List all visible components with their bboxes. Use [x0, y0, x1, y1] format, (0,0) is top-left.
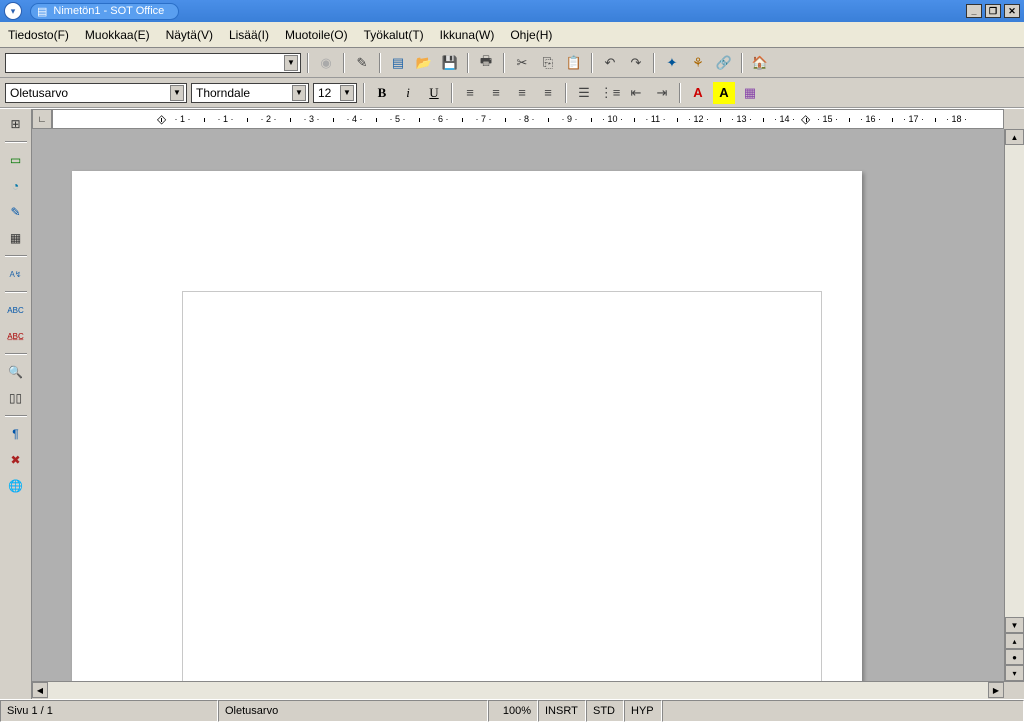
align-justify-button[interactable]: ≡: [537, 82, 559, 104]
scroll-down-button[interactable]: ▼: [1005, 617, 1024, 633]
dropdown-arrow-icon[interactable]: ▼: [292, 85, 306, 101]
status-style[interactable]: Oletusarvo: [218, 700, 488, 722]
menu-tools[interactable]: Työkalut(T): [364, 28, 424, 42]
spellcheck-icon[interactable]: ABC: [5, 299, 27, 321]
menu-help[interactable]: Ohje(H): [510, 28, 552, 42]
numbered-list-button[interactable]: ☰: [573, 82, 595, 104]
horizontal-ruler-row: ∟ ◇ ◇ · 1 ·· 1 ·· 2 ·· 3 ·· 4 ·· 5 ·· 6 …: [32, 109, 1024, 129]
copy-icon[interactable]: ⎘: [537, 52, 559, 74]
page[interactable]: [72, 171, 862, 681]
increase-indent-button[interactable]: ⇥: [651, 82, 673, 104]
prev-page-button[interactable]: ▴: [1005, 633, 1024, 649]
status-page: Sivu 1 / 1: [0, 700, 218, 722]
underline-button[interactable]: U: [423, 82, 445, 104]
ruler-corner[interactable]: ∟: [32, 109, 52, 129]
paragraph-style-combo[interactable]: Oletusarvo ▼: [5, 83, 187, 103]
decrease-indent-button[interactable]: ⇤: [625, 82, 647, 104]
graphics-onoff-icon[interactable]: ✖: [5, 449, 27, 471]
status-bar: Sivu 1 / 1 Oletusarvo 100% INSRT STD HYP: [0, 699, 1024, 722]
menu-bar: Tiedosto(F) Muokkaa(E) Näytä(V) Lisää(I)…: [0, 22, 1024, 48]
title-bar: ▾ ▤ Nimetön1 - SOT Office _ ❐ ✕: [0, 0, 1024, 22]
window-title: Nimetön1 - SOT Office: [53, 5, 164, 17]
vertical-toolbar: ⊞ ▭ ◔ ✎ ▦ A↯ ABC A̲B̲C̲ 🔍 ▯▯ ¶ ✖ 🌐: [0, 109, 32, 699]
insert-fields-icon[interactable]: ▭: [5, 149, 27, 171]
minimize-button[interactable]: _: [966, 4, 982, 18]
font-size-combo[interactable]: 12 ▼: [313, 83, 357, 103]
font-color-button[interactable]: A: [687, 82, 709, 104]
insert-object-icon[interactable]: ◔: [5, 175, 27, 197]
redo-icon[interactable]: ↷: [625, 52, 647, 74]
font-name-value: Thorndale: [196, 86, 250, 100]
format-toolbar: Oletusarvo ▼ Thorndale ▼ 12 ▼ B i U ≡ ≡ …: [0, 78, 1024, 108]
gallery-icon[interactable]: 🏠: [749, 52, 771, 74]
hyperlink-icon[interactable]: 🔗: [713, 52, 735, 74]
undo-icon[interactable]: ↶: [599, 52, 621, 74]
document-icon: ▤: [37, 5, 47, 18]
status-extra: [662, 700, 1024, 722]
maximize-button[interactable]: ❐: [985, 4, 1001, 18]
font-name-combo[interactable]: Thorndale ▼: [191, 83, 309, 103]
nonprinting-chars-icon[interactable]: ¶: [5, 423, 27, 445]
print-icon[interactable]: 🖶: [475, 52, 497, 74]
auto-spellcheck-icon[interactable]: A̲B̲C̲: [5, 325, 27, 347]
navigator-icon[interactable]: ✦: [661, 52, 683, 74]
scroll-right-button[interactable]: ▶: [988, 682, 1004, 698]
edit-file-icon[interactable]: ✎: [351, 52, 373, 74]
navigation-button[interactable]: ●: [1005, 649, 1024, 665]
status-insert-mode[interactable]: INSRT: [538, 700, 586, 722]
vertical-scrollbar[interactable]: ▲ ▼ ▴ ● ▾: [1004, 129, 1024, 681]
font-size-value: 12: [318, 86, 331, 100]
align-left-button[interactable]: ≡: [459, 82, 481, 104]
main-toolbar: ▼ ◉ ✎ ▤ 📂 💾 🖶 ✂ ⎘ 📋 ↶ ↷ ✦ ⚘ 🔗 🏠: [0, 48, 1024, 78]
dropdown-arrow-icon[interactable]: ▼: [170, 85, 184, 101]
stop-icon[interactable]: ◉: [315, 52, 337, 74]
menu-window[interactable]: Ikkuna(W): [440, 28, 495, 42]
close-button[interactable]: ✕: [1004, 4, 1020, 18]
menu-view[interactable]: Näytä(V): [166, 28, 213, 42]
dropdown-arrow-icon[interactable]: ▼: [340, 85, 354, 101]
align-center-button[interactable]: ≡: [485, 82, 507, 104]
bullet-list-button[interactable]: ⋮≡: [599, 82, 621, 104]
highlight-button[interactable]: A: [713, 82, 735, 104]
text-boundary: [182, 291, 822, 681]
paste-icon[interactable]: 📋: [563, 52, 585, 74]
stylist-icon[interactable]: ⚘: [687, 52, 709, 74]
data-sources-icon[interactable]: ▯▯: [5, 387, 27, 409]
menu-edit[interactable]: Muokkaa(E): [85, 28, 150, 42]
online-layout-icon[interactable]: 🌐: [5, 475, 27, 497]
autotext-icon[interactable]: A↯: [5, 263, 27, 285]
menu-file[interactable]: Tiedosto(F): [8, 28, 69, 42]
paragraph-style-value: Oletusarvo: [10, 86, 68, 100]
status-hyphenation[interactable]: HYP: [624, 700, 662, 722]
scroll-up-button[interactable]: ▲: [1005, 129, 1024, 145]
insert-table-icon[interactable]: ⊞: [5, 113, 27, 135]
next-page-button[interactable]: ▾: [1005, 665, 1024, 681]
system-menu-icon[interactable]: ▾: [4, 2, 22, 20]
new-icon[interactable]: ▤: [387, 52, 409, 74]
italic-button[interactable]: i: [397, 82, 419, 104]
align-right-button[interactable]: ≡: [511, 82, 533, 104]
menu-format[interactable]: Muotoile(O): [285, 28, 348, 42]
background-color-button[interactable]: ▦: [739, 82, 761, 104]
save-icon[interactable]: 💾: [439, 52, 461, 74]
horizontal-scrollbar[interactable]: ◀ ▶: [32, 681, 1024, 699]
horizontal-ruler[interactable]: ◇ ◇ · 1 ·· 1 ·· 2 ·· 3 ·· 4 ·· 5 ·· 6 ··…: [52, 109, 1004, 129]
status-zoom[interactable]: 100%: [488, 700, 538, 722]
open-icon[interactable]: 📂: [413, 52, 435, 74]
title-pill: ▤ Nimetön1 - SOT Office: [30, 3, 179, 20]
url-combo[interactable]: ▼: [5, 53, 301, 73]
scroll-left-button[interactable]: ◀: [32, 682, 48, 698]
cut-icon[interactable]: ✂: [511, 52, 533, 74]
status-selection-mode[interactable]: STD: [586, 700, 624, 722]
document-view[interactable]: [32, 129, 1004, 681]
menu-insert[interactable]: Lisää(I): [229, 28, 269, 42]
draw-functions-icon[interactable]: ✎: [5, 201, 27, 223]
form-functions-icon[interactable]: ▦: [5, 227, 27, 249]
dropdown-arrow-icon[interactable]: ▼: [284, 55, 298, 71]
bold-button[interactable]: B: [371, 82, 393, 104]
find-replace-icon[interactable]: 🔍: [5, 361, 27, 383]
